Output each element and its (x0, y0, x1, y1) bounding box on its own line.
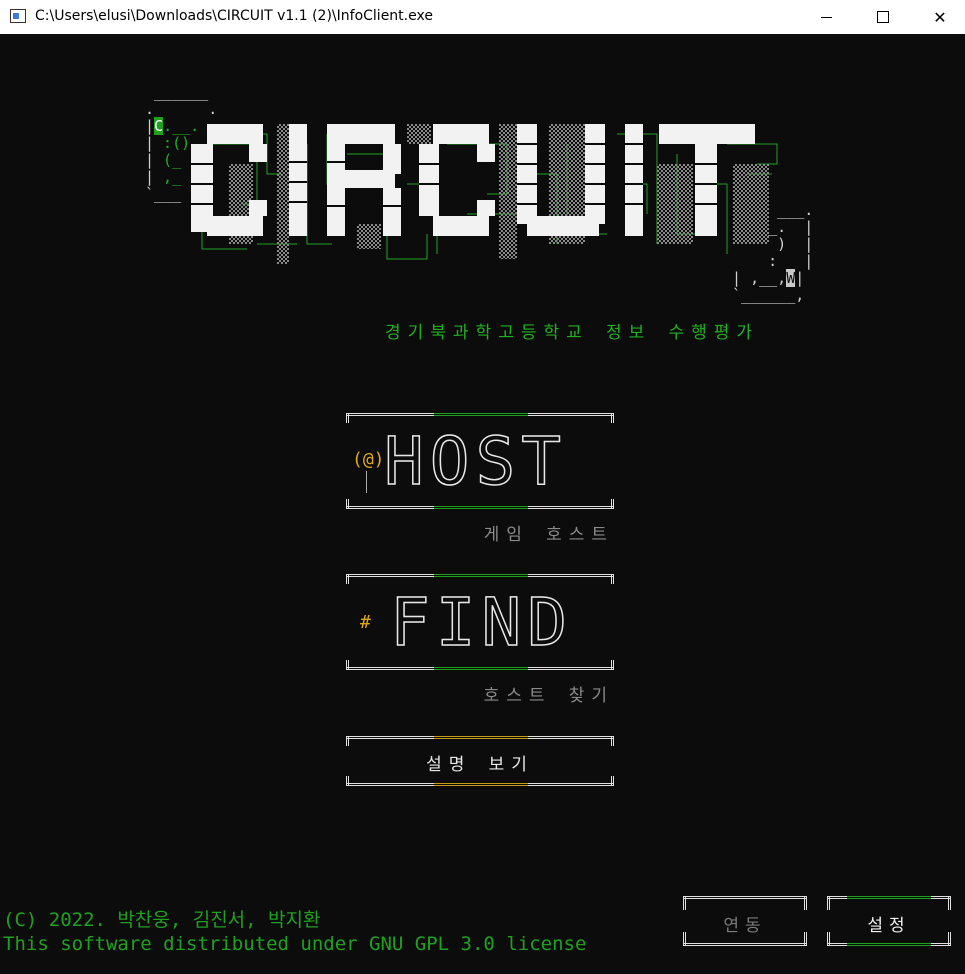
logo-block-letters (191, 124, 778, 264)
console-app-icon (10, 9, 26, 23)
find-button-bottom-border (346, 667, 614, 670)
find-label: FIND (389, 584, 573, 661)
find-sublabel: 호스트 찾기 (483, 686, 614, 706)
host-sublabel: 게임 호스트 (483, 525, 614, 545)
find-button-top-border (346, 574, 614, 577)
circuit-logo: ______ . . |C.__. | :() | (_ | ,_ `___ _… (145, 84, 815, 374)
copyright-text: (C) 2022. 박찬웅, 김진서, 박지환 (3, 909, 321, 931)
hash-icon: # (360, 612, 371, 633)
logo-subtitle: 경기북과학고등학교 정보 수행평가 (385, 323, 760, 343)
logo-mark-c: C (154, 117, 164, 135)
host-button-top-border (346, 413, 614, 416)
link-button[interactable]: 연동 (683, 896, 807, 946)
at-icon: (@) (352, 449, 385, 470)
license-text: This software distributed under GNU GPL … (3, 933, 587, 955)
help-button-top-border (346, 736, 614, 739)
settings-button-label: 설정 (867, 916, 911, 936)
settings-button[interactable]: 설정 (827, 896, 951, 946)
logo-mark-w: W (786, 269, 796, 287)
help-label: 설명 보기 (426, 755, 534, 775)
link-button-top-border (683, 896, 807, 899)
minimize-icon (820, 16, 832, 18)
find-button[interactable]: # FIND (346, 574, 614, 670)
maximize-button[interactable] (860, 0, 906, 34)
settings-button-bottom-border (827, 943, 951, 946)
help-button-bottom-border (346, 783, 614, 786)
host-button-bottom-border (346, 506, 614, 509)
window-title: C:\Users\elusi\Downloads\CIRCUIT v1.1 (2… (35, 8, 433, 24)
link-button-bottom-border (683, 943, 807, 946)
host-label: HOST (383, 423, 567, 500)
help-button[interactable]: 설명 보기 (346, 736, 614, 786)
host-icon-stem (366, 471, 367, 493)
window-titlebar[interactable]: C:\Users\elusi\Downloads\CIRCUIT v1.1 (2… (0, 0, 965, 34)
host-button[interactable]: (@) HOST (346, 413, 614, 509)
copyright-block: (C) 2022. 박찬웅, 김진서, 박지환 This software di… (3, 908, 586, 956)
maximize-icon (877, 11, 889, 23)
logo-right-bracket: ___. _. | ) | : | | ,__,W| `______, (732, 201, 814, 304)
console-content: ______ . . |C.__. | :() | (_ | ,_ `___ _… (0, 34, 965, 974)
link-button-label: 연동 (723, 916, 767, 936)
close-icon: ✕ (933, 7, 947, 27)
minimize-button[interactable] (803, 0, 849, 34)
close-button[interactable]: ✕ (917, 0, 963, 34)
settings-button-top-border (827, 896, 951, 899)
